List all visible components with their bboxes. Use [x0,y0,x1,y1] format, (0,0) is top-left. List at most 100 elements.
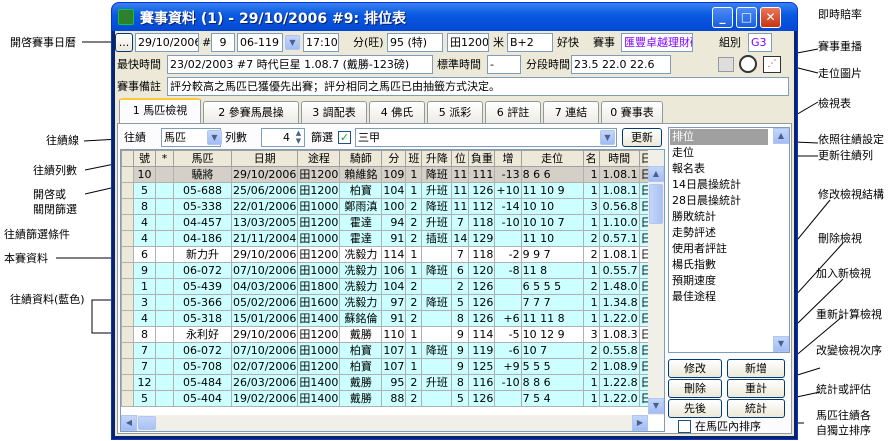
table-cell[interactable]: 戴勝 [339,326,383,343]
row-selector[interactable] [121,166,134,183]
tab-dividend[interactable]: 5 派彩 [427,101,483,123]
table-row[interactable]: 7 05-708 02/07/2006 田1200 柏寶 107 1 9 125 +9 5 5 52… [121,358,654,375]
table-cell[interactable]: 1.08.1 [598,182,640,199]
view-list-item[interactable]: 報名表 [672,161,705,177]
hscroll-thumb[interactable] [138,416,156,430]
table-cell[interactable]: 驍將 [173,166,232,183]
distance-field[interactable]: 田1200 [447,33,489,52]
tab-comment[interactable]: 6 評註 [485,101,541,123]
row-selector[interactable] [121,198,134,215]
table-cell[interactable] [155,342,174,359]
table-cell[interactable]: 0.55.7 [598,262,640,279]
table-cell[interactable]: 110 [381,326,407,343]
table-cell[interactable]: 田1600 [297,294,341,311]
table-cell[interactable]: 9 9 7 [520,246,584,263]
table-cell[interactable] [155,326,174,343]
table-cell[interactable]: 11 11 8 [520,310,584,327]
table-cell[interactable]: 29/10/2006 [230,326,299,343]
column-header[interactable]: 日期 [230,150,299,167]
row-selector[interactable] [121,230,134,247]
table-cell[interactable]: 8 8 6 [520,374,584,391]
table-cell[interactable]: 冼毅力 [339,278,383,295]
table-cell[interactable] [494,230,522,247]
row-selector[interactable] [121,182,134,199]
table-cell[interactable]: -2 [494,246,522,263]
table-cell[interactable]: 5 [451,390,470,407]
table-cell[interactable]: -10 [494,214,522,231]
table-cell[interactable]: 1.08.1 [598,246,640,263]
table-cell[interactable]: 2 [405,390,423,407]
row-selector[interactable] [121,246,134,263]
table-cell[interactable]: 4 [133,310,156,327]
table-cell[interactable]: 2 [582,358,600,375]
table-cell[interactable]: 1 [405,166,423,183]
race-replay-icon[interactable] [739,55,757,73]
table-cell[interactable]: 霍達 [339,214,383,231]
table-cell[interactable]: 田1000 [297,198,341,215]
table-cell[interactable]: 114 [381,246,407,263]
table-cell[interactable]: 29/10/2006 [230,166,299,183]
standard-time-field[interactable]: - [487,55,521,74]
table-row[interactable]: 8 永利好 29/10/2006 田1200 戴勝 110 1 9 114 -5 10 12 931… [121,326,654,343]
table-cell[interactable]: 1 [582,374,600,391]
table-cell[interactable]: -6 [494,342,522,359]
table-cell[interactable]: 05-366 [173,294,232,311]
table-cell[interactable]: 04/03/2006 [230,278,299,295]
table-cell[interactable]: 插班 [421,230,453,247]
view-list-item[interactable]: 使用者評註 [672,241,727,257]
table-cell[interactable]: 95 [381,374,407,391]
column-header[interactable]: 號 [133,150,156,167]
table-cell[interactable]: 05-318 [173,310,232,327]
race-number-field[interactable]: 9 [211,33,235,52]
minimize-button[interactable]: _ [712,7,733,28]
table-cell[interactable]: 05-404 [173,390,232,407]
table-cell[interactable]: 2 [405,374,423,391]
table-cell[interactable]: 蘇銘倫 [339,310,383,327]
table-cell[interactable]: 2 [582,278,600,295]
table-cell[interactable] [421,246,453,263]
table-row[interactable]: 10 驍將 29/10/2006 田1200 賴維銘 109 1 降班 11 111 -13 8 6 … [121,166,654,183]
table-cell[interactable]: 3 [582,198,600,215]
table-cell[interactable]: 05-688 [173,182,232,199]
table-cell[interactable]: 104 [381,278,407,295]
table-cell[interactable]: 降班 [421,294,453,311]
table-cell[interactable]: 8 [451,310,470,327]
table-cell[interactable]: 05/02/2006 [230,294,299,311]
table-row[interactable]: 7 06-072 07/10/2006 田1000 柏寶 107 1 降班 9 119 -6 10 7… [121,342,654,359]
table-cell[interactable]: 14 [451,230,470,247]
table-cell[interactable]: 1.22.0 [598,390,640,407]
column-header[interactable]: 騎師 [339,150,383,167]
column-header[interactable]: 走位 [520,150,584,167]
table-cell[interactable] [155,310,174,327]
table-cell[interactable]: 15/01/2006 [230,310,299,327]
table-cell[interactable]: 2 [582,230,600,247]
view-list-item[interactable]: 預期速度 [672,273,716,289]
column-header[interactable]: 途程 [297,150,341,167]
stats-button[interactable]: 統計 [727,399,785,418]
table-row[interactable]: 9 06-072 07/10/2006 田1000 冼毅力 106 1 降班 6 120 -8 11 … [121,262,654,279]
view-list-item[interactable]: 28日晨操統計 [672,193,741,209]
table-cell[interactable]: 8 [451,374,470,391]
table-cell[interactable]: 04-457 [173,214,232,231]
table-cell[interactable]: 7 [133,342,156,359]
table-cell[interactable]: 0.55.8 [598,342,640,359]
table-cell[interactable]: 05-484 [173,374,232,391]
table-cell[interactable] [155,278,174,295]
split-time-field[interactable]: 23.5 22.0 22.6 [571,55,671,74]
grid-vertical-scrollbar[interactable]: ▲ ▼ [648,150,664,415]
table-cell[interactable] [155,230,174,247]
tab-fitting[interactable]: 3 調配表 [301,101,367,123]
table-cell[interactable]: 1 [405,326,423,343]
table-cell[interactable]: 19/02/2006 [230,390,299,407]
table-cell[interactable]: 100 [381,198,407,215]
table-cell[interactable]: 1.08.1 [598,166,640,183]
table-cell[interactable]: 6 [451,262,470,279]
table-cell[interactable]: 田1200 [297,182,341,199]
table-cell[interactable]: 1 [582,214,600,231]
table-cell[interactable] [155,166,174,183]
going-field[interactable]: B+2 [507,33,553,52]
table-cell[interactable]: 06-072 [173,342,232,359]
table-cell[interactable]: 鄭雨滇 [339,198,383,215]
table-cell[interactable]: 94 [381,214,407,231]
table-cell[interactable]: 1.08.9 [598,358,640,375]
